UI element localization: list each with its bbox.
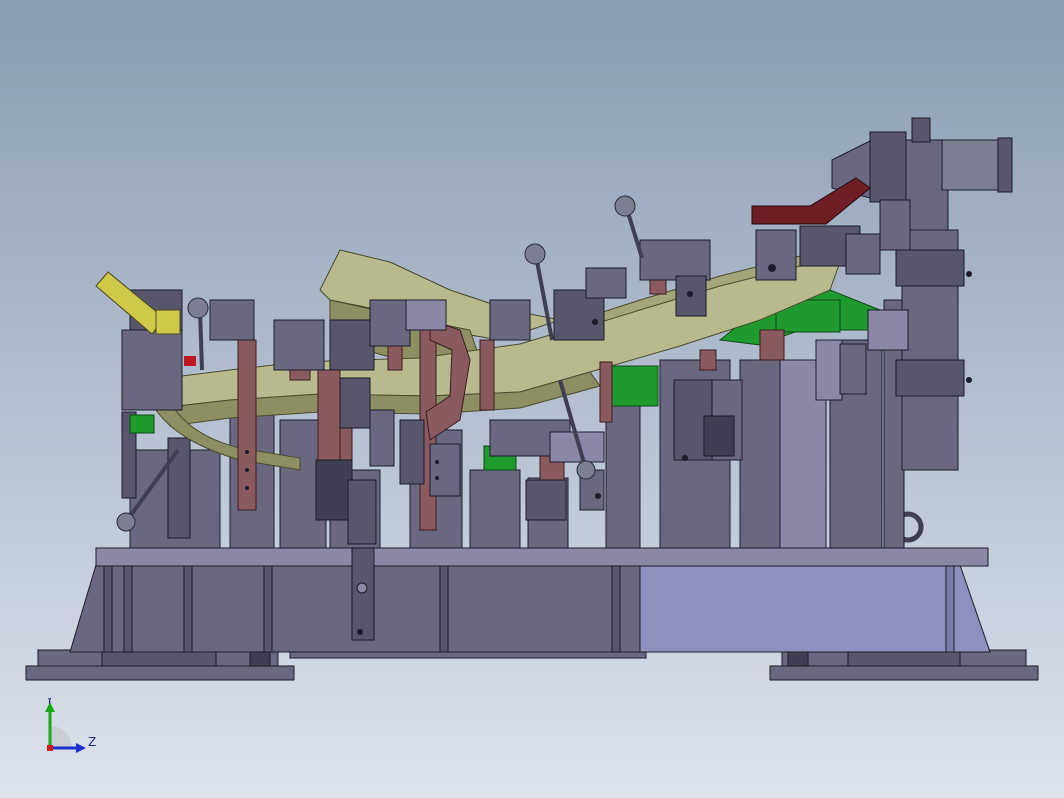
cad-graphics-viewport[interactable]: Y Z	[0, 0, 1064, 798]
z-axis-label: Z	[88, 735, 96, 749]
base-plate-right	[639, 564, 991, 653]
lever-knob-5	[576, 460, 596, 480]
y-axis-label: Y	[45, 698, 54, 707]
coordinate-triad: Y Z	[45, 698, 96, 753]
x-axis-icon	[47, 745, 53, 751]
lever-1	[198, 309, 204, 371]
triad-plane-icon	[50, 726, 72, 748]
welding-fixture-model[interactable]	[0, 0, 1064, 798]
lever-knob-3	[614, 195, 636, 217]
lever-knob-2	[524, 243, 546, 265]
clamp-red-small	[184, 356, 196, 366]
yellow-clamp-hub	[155, 309, 181, 335]
base-strip	[289, 651, 647, 659]
base-top-plate	[95, 547, 989, 567]
foot-right	[769, 665, 1039, 681]
lever-knob-4	[116, 512, 136, 532]
lever-knob-1	[187, 297, 209, 319]
foot-left	[25, 665, 295, 681]
